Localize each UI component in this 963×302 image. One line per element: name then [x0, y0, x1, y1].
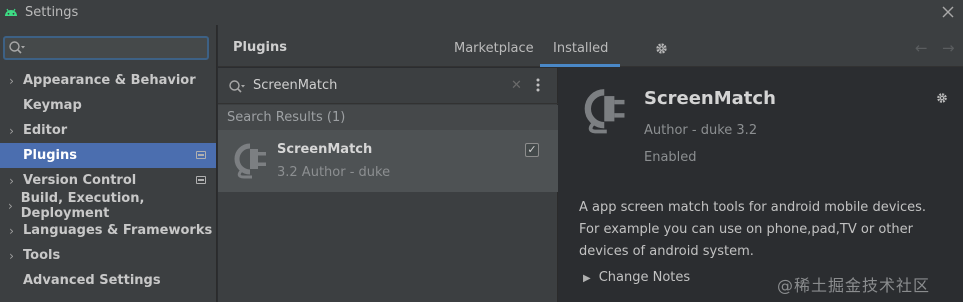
search-results-label: Search Results (1): [218, 105, 558, 130]
plugin-enabled-checkbox[interactable]: ✓: [525, 143, 539, 157]
sidebar-item-editor[interactable]: › Editor: [0, 118, 216, 143]
settings-nav: › Appearance & Behavior Keymap › Editor Plugi…: [0, 68, 216, 293]
plugin-detail-name: ScreenMatch: [644, 88, 776, 109]
change-notes-label: Change Notes: [598, 270, 691, 285]
sidebar-item-label: Editor: [23, 123, 68, 138]
sidebar-item-label: Tools: [23, 248, 61, 263]
tab-installed[interactable]: Installed: [553, 41, 608, 56]
sidebar-item-keymap[interactable]: Keymap: [0, 93, 216, 118]
tab-marketplace[interactable]: Marketplace: [454, 41, 534, 56]
settings-search-input[interactable]: [3, 36, 209, 60]
active-tab-indicator: [540, 64, 620, 67]
sidebar-item-label: Languages & Frameworks: [23, 223, 213, 238]
plugins-header: Plugins Marketplace Installed ← →: [218, 25, 963, 67]
chevron-right-icon: ▶: [583, 273, 591, 284]
sidebar-item-label: Version Control: [23, 173, 137, 188]
chevron-right-icon: ›: [9, 173, 14, 188]
plugin-status: Enabled: [644, 150, 697, 165]
plugin-list-pane: ScreenMatch ✕ Search Results (1) ScreenM…: [218, 68, 558, 302]
arrow-left-icon[interactable]: ←: [915, 39, 928, 57]
gear-icon[interactable]: [935, 91, 949, 105]
sidebar-item-label: Appearance & Behavior: [23, 73, 196, 88]
plugin-detail-pane: ScreenMatch Author - duke 3.2 Enabled A …: [559, 68, 963, 302]
chevron-right-icon: ›: [7, 198, 13, 213]
sidebar-item-label: Advanced Settings: [23, 273, 161, 288]
page-title: Plugins: [233, 40, 287, 55]
arrow-right-icon[interactable]: →: [942, 39, 955, 57]
sidebar-item-tools[interactable]: › Tools: [0, 243, 216, 268]
search-icon: [9, 41, 25, 54]
plugin-description: A app screen match tools for android mob…: [579, 200, 927, 259]
plug-icon: [234, 143, 266, 179]
plugin-search-value[interactable]: ScreenMatch: [253, 78, 337, 93]
sidebar-item-label: Build, Execution, Deployment: [20, 190, 145, 221]
chevron-right-icon: ›: [9, 123, 14, 138]
change-notes-toggle[interactable]: ▶ Change Notes: [583, 270, 690, 285]
window-title: Settings: [25, 5, 79, 20]
chevron-right-icon: ›: [9, 248, 14, 263]
plugin-list-item[interactable]: ScreenMatch 3.2 Author - duke ✓: [218, 130, 558, 192]
sidebar-item-build-execution-deployment[interactable]: › Build, Execution, Deployment: [0, 190, 216, 221]
watermark: @稀土掘金技术社区: [777, 276, 931, 295]
plugin-meta: 3.2 Author - duke: [277, 165, 391, 180]
window-title-bar: Settings: [0, 0, 963, 25]
more-vertical-icon[interactable]: [536, 77, 540, 93]
sidebar-item-plugins[interactable]: Plugins: [0, 143, 216, 168]
sidebar-item-label: Keymap: [23, 98, 82, 113]
chevron-right-icon: ›: [9, 73, 14, 88]
close-icon[interactable]: [939, 3, 957, 21]
plugin-name: ScreenMatch: [277, 142, 373, 157]
clear-search-icon[interactable]: ✕: [511, 78, 522, 93]
project-settings-icon: [196, 151, 206, 159]
sidebar-item-advanced-settings[interactable]: Advanced Settings: [0, 268, 216, 293]
plug-icon: [584, 89, 625, 134]
chevron-right-icon: ›: [9, 223, 14, 238]
gear-icon[interactable]: [654, 41, 669, 56]
sidebar-item-appearance-behavior[interactable]: › Appearance & Behavior: [0, 68, 216, 93]
plugin-search-field[interactable]: ScreenMatch ✕: [218, 68, 558, 104]
project-settings-icon: [196, 176, 206, 184]
search-icon: [229, 80, 245, 93]
sidebar-item-languages-frameworks[interactable]: › Languages & Frameworks: [0, 218, 216, 243]
android-icon: [5, 8, 17, 16]
settings-sidebar: › Appearance & Behavior Keymap › Editor Plugi…: [0, 25, 217, 302]
sidebar-item-label: Plugins: [23, 148, 77, 163]
sidebar-item-version-control[interactable]: › Version Control: [0, 168, 216, 193]
plugin-author[interactable]: Author - duke 3.2: [644, 123, 757, 138]
